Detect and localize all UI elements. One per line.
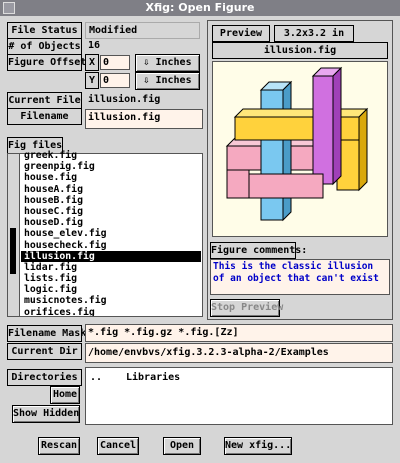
fig-file-item[interactable]: logic.fig (21, 284, 201, 295)
figure-comments-text: This is the classic illusion of an objec… (210, 259, 390, 295)
offset-x-input[interactable]: 0 (100, 55, 130, 70)
new-xfig-button[interactable]: New xfig... (224, 437, 292, 455)
fig-files-scrollbar[interactable] (8, 154, 20, 316)
scroll-thumb[interactable] (10, 228, 16, 274)
open-button[interactable]: Open (163, 437, 201, 455)
preview-pane: Preview 3.2x3.2 in illusion.fig Figure c… (207, 20, 393, 320)
fig-file-item[interactable]: greenpig.fig (21, 161, 201, 172)
num-objects-value: 16 (88, 40, 101, 51)
cancel-button[interactable]: Cancel (97, 437, 139, 455)
offset-x-label: X (85, 54, 99, 71)
open-figure-dialog: Xfig: Open Figure File Status Modified #… (0, 0, 400, 463)
fig-file-item[interactable]: houseB.fig (21, 195, 201, 206)
num-objects-label: # of Objects (7, 38, 82, 55)
offset-y-units-button[interactable]: ⇩ Inches (135, 72, 200, 90)
window-menu-icon[interactable] (3, 2, 15, 14)
current-file-value: illusion.fig (88, 94, 161, 105)
preview-label: Preview (212, 25, 270, 42)
filename-input[interactable]: illusion.fig (85, 109, 203, 129)
directories-label: Directories (7, 369, 82, 386)
offset-y-input[interactable]: 0 (100, 73, 130, 88)
fig-files-list[interactable]: greek.fig greenpig.fig house.fig houseA.fig… (7, 150, 203, 317)
fig-file-item[interactable]: houseD.fig (21, 217, 201, 228)
home-button[interactable]: Home (50, 386, 80, 404)
rescan-button[interactable]: Rescan (38, 437, 80, 455)
preview-filename: illusion.fig (212, 42, 388, 59)
stop-preview-button[interactable]: Stop Preview (210, 299, 283, 317)
current-dir-label: Current Dir (7, 343, 82, 360)
fig-file-item[interactable]: houseA.fig (21, 184, 201, 195)
offset-x-units-button[interactable]: ⇩ Inches (135, 54, 200, 72)
units-arrow-icon: ⇩ (143, 57, 150, 68)
file-status-value: Modified (85, 22, 200, 39)
fig-file-item[interactable]: orifices.fig (21, 307, 201, 316)
figure-offset-label: Figure Offset (7, 54, 86, 71)
file-status-label: File Status (7, 22, 82, 39)
window-title: Xfig: Open Figure (145, 1, 255, 14)
show-hidden-button[interactable]: Show Hidden (12, 405, 80, 423)
filename-label: Filename (7, 108, 82, 125)
dir-item-parent[interactable]: .. (90, 372, 102, 383)
filename-mask-label: Filename Mask (7, 325, 86, 342)
fig-file-item[interactable]: housecheck.fig (21, 240, 201, 251)
current-dir-input[interactable]: /home/envbvs/xfig.3.2.3-alpha-2/Examples (85, 343, 393, 363)
fig-file-item[interactable]: lidar.fig (21, 262, 201, 273)
fig-file-item[interactable]: greek.fig (21, 150, 201, 161)
figure-comments-label: Figure comments: (210, 242, 307, 259)
fig-file-item[interactable]: house.fig (21, 172, 201, 183)
dir-item-libraries[interactable]: Libraries (126, 372, 180, 383)
units-arrow-icon: ⇩ (143, 75, 150, 86)
fig-file-item[interactable]: houseC.fig (21, 206, 201, 217)
fig-file-item[interactable]: musicnotes.fig (21, 295, 201, 306)
illusion-figure (225, 66, 369, 222)
fig-file-item[interactable]: house_elev.fig (21, 228, 201, 239)
preview-size: 3.2x3.2 in (274, 25, 354, 42)
preview-canvas (212, 61, 388, 237)
fig-file-item[interactable]: illusion.fig (21, 250, 201, 262)
current-file-label: Current File (7, 92, 82, 109)
title-bar: Xfig: Open Figure (0, 0, 400, 16)
offset-y-label: Y (85, 72, 99, 89)
directories-list[interactable]: .. Libraries (85, 367, 393, 425)
fig-file-item[interactable]: lists.fig (21, 273, 201, 284)
filename-mask-input[interactable]: *.fig *.fig.gz *.fig.[Zz] (85, 324, 393, 342)
